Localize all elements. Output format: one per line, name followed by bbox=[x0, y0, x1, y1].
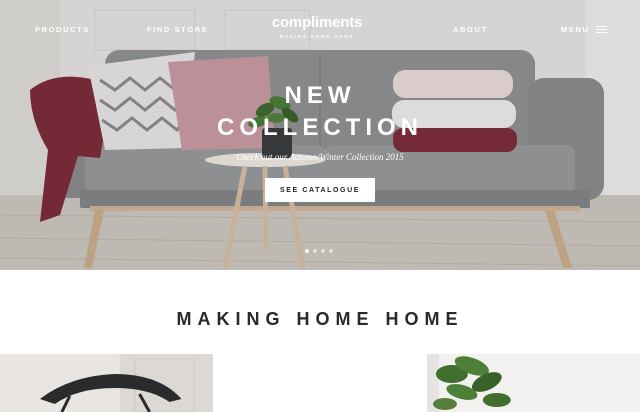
menu-label: MENU bbox=[561, 25, 590, 34]
tile-blank[interactable] bbox=[213, 354, 427, 412]
hero-title-line1: NEW bbox=[284, 82, 356, 109]
carousel-dot[interactable] bbox=[313, 249, 317, 253]
tile-blank-image bbox=[213, 354, 427, 412]
nav-link-products[interactable]: PRODUCTS bbox=[35, 25, 90, 34]
section-heading: MAKING HOME HOME bbox=[176, 309, 464, 329]
carousel-dot[interactable] bbox=[321, 249, 325, 253]
hero-subtitle: Check out our Autumn/Winter Collection 2… bbox=[236, 152, 404, 162]
hero-title: NEW COLLECTION bbox=[180, 80, 460, 144]
hamburger-icon bbox=[596, 25, 608, 34]
carousel-dot[interactable] bbox=[305, 249, 309, 253]
see-catalogue-button[interactable]: SEE CATALOGUE bbox=[265, 178, 375, 202]
brand-logo[interactable]: compliments MAKING HOME HOME bbox=[250, 14, 384, 39]
carousel-indicators bbox=[305, 249, 333, 253]
hero-title-line2: COLLECTION bbox=[217, 114, 423, 141]
category-tiles bbox=[0, 354, 640, 412]
menu-button[interactable]: MENU bbox=[561, 25, 608, 34]
tile-plant[interactable] bbox=[426, 354, 640, 412]
chair-image bbox=[0, 354, 214, 412]
nav-link-about[interactable]: ABOUT bbox=[453, 25, 488, 34]
nav-link-find-store[interactable]: FIND STORE bbox=[147, 25, 208, 34]
brand-name: compliments bbox=[271, 14, 363, 31]
brand-tagline: MAKING HOME HOME bbox=[279, 34, 355, 39]
plant-image bbox=[426, 354, 640, 412]
tile-chair[interactable] bbox=[0, 354, 214, 412]
top-navigation: PRODUCTS FIND STORE compliments MAKING H… bbox=[0, 0, 640, 60]
carousel-dot[interactable] bbox=[329, 249, 333, 253]
hero-banner: PRODUCTS FIND STORE compliments MAKING H… bbox=[0, 0, 640, 270]
